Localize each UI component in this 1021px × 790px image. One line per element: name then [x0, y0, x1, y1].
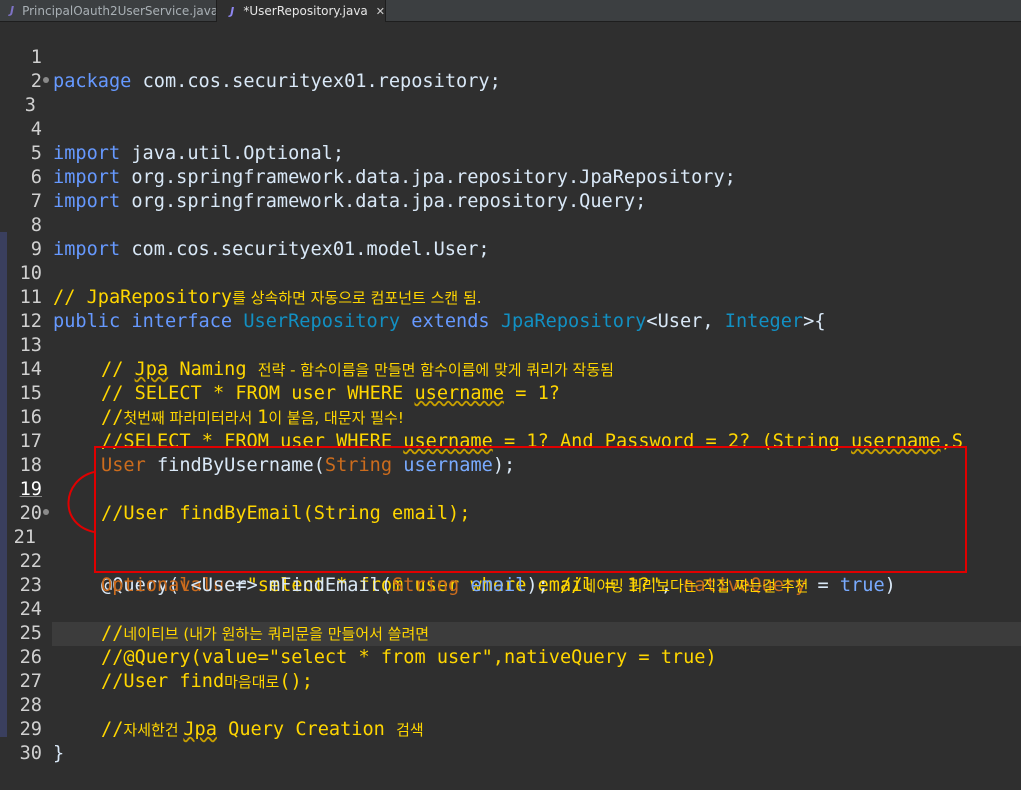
code-line: 2 [0, 46, 1021, 92]
code-line: 13 // Jpa Naming 전략 - 함수이름을 만들면 함수이름에 맞게… [0, 310, 1021, 380]
code-line: 6 import org.springframework.data.jpa.re… [0, 142, 1021, 212]
fold-toggle-icon[interactable] [43, 509, 49, 515]
bracket-annotation-icon [67, 471, 95, 533]
highlight-annotation-box [94, 446, 967, 573]
code-line: 5 import org.springframework.data.jpa.re… [0, 118, 1021, 188]
java-class-icon: J [230, 4, 235, 18]
code-line: 28 //자세한건 Jpa Query Creation 검색 [0, 670, 1021, 740]
code-line: 3 import java.util.Optional; [0, 70, 1021, 164]
code-line: 12 [0, 286, 1021, 332]
code-line: 16 //SELECT * FROM user WHERE username =… [0, 382, 1021, 452]
java-file-icon: J [10, 4, 15, 17]
code-line: 7 [0, 166, 1021, 212]
code-line: 15 //첫번째 파라미터라서 1이 붙음, 대문자 필수! [0, 358, 1021, 428]
code-line: 14 // SELECT * FROM user WHERE username … [0, 334, 1021, 404]
tab-label: PrincipalOauth2UserService.java [22, 3, 219, 18]
code-line: 4 [0, 94, 1021, 140]
code-line: 9 [0, 214, 1021, 260]
tab-user-repository[interactable]: J *UserRepository.java ✕ [216, 0, 386, 22]
code-line: 8 import com.cos.securityex01.model.User… [0, 190, 1021, 260]
code-line: 11 public interface UserRepository exten… [0, 262, 1021, 332]
code-line: 27 [0, 646, 1021, 692]
close-tab-icon[interactable]: ✕ [376, 5, 385, 18]
code-text: } [53, 743, 65, 764]
code-line: 30 [0, 718, 1021, 764]
tab-label: *UserRepository.java [243, 4, 368, 18]
tab-principal-oauth2-user-service[interactable]: J PrincipalOauth2UserService.java [0, 0, 218, 21]
code-line: 25 //@Query(value="select * from user",n… [0, 598, 1021, 668]
code-line: 10 // JpaRepository를 상속하면 자동으로 컴포넌트 스캔 됨… [0, 238, 1021, 308]
editor-tab-bar: J PrincipalOauth2UserService.java J *Use… [0, 0, 1021, 22]
code-line: 24 //네이티브 (내가 원하는 쿼리문을 만들어서 쓸려면 [0, 574, 1021, 644]
code-editor[interactable]: 1 package com.cos.securityex01.repositor… [0, 22, 1021, 778]
code-line: 1 package com.cos.securityex01.repositor… [0, 22, 1021, 92]
code-line-current: 26 //User find마음대로(); [0, 622, 1021, 692]
fold-toggle-icon[interactable] [43, 77, 49, 83]
line-number: 30 [19, 743, 42, 764]
code-line: 17 User findByUsername(String username); [0, 406, 1021, 476]
code-line: 29 } [0, 694, 1021, 764]
